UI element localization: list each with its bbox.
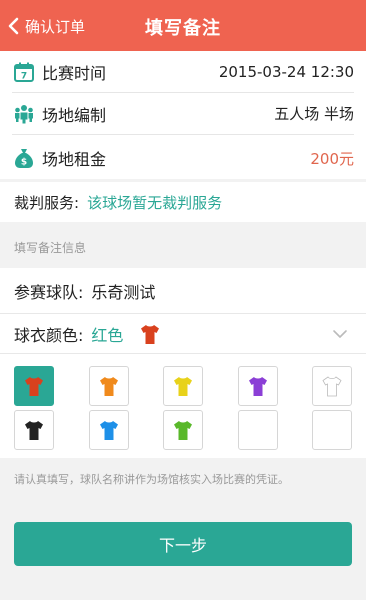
referee-service-row: 裁判服务: 该球场暂无裁判服务 bbox=[0, 182, 366, 222]
color-swatch[interactable] bbox=[89, 410, 129, 450]
color-swatch[interactable] bbox=[238, 410, 278, 450]
field-format-row: 场地编制 五人场 半场 bbox=[12, 93, 354, 135]
referee-service-label: 裁判服务: bbox=[14, 193, 80, 212]
shirt-icon bbox=[249, 377, 267, 396]
next-step-button[interactable]: 下一步 bbox=[14, 522, 352, 566]
field-rent-row: $ 场地租金 200元 bbox=[12, 137, 354, 179]
shirt-icon bbox=[141, 324, 160, 344]
svg-text:7: 7 bbox=[21, 71, 27, 81]
team-name-field[interactable]: 乐奇测试 bbox=[91, 279, 155, 303]
page-title: 填写备注 bbox=[145, 18, 221, 39]
jersey-color-select[interactable]: 球衣颜色: 红色 bbox=[0, 314, 366, 354]
shirt-icon bbox=[25, 377, 43, 396]
team-name-label: 参赛球队: bbox=[14, 282, 84, 302]
color-swatch[interactable] bbox=[14, 410, 54, 450]
calendar-icon: 7 bbox=[12, 60, 36, 84]
field-format-value: 五人场 半场 bbox=[274, 105, 354, 123]
color-swatch[interactable] bbox=[238, 366, 278, 406]
shirt-icon bbox=[322, 376, 342, 397]
match-time-row: 7 比赛时间 2015-03-24 12:30 bbox=[12, 51, 354, 93]
shirt-icon bbox=[25, 421, 43, 440]
svg-text:$: $ bbox=[21, 158, 27, 168]
color-swatch[interactable] bbox=[14, 366, 54, 406]
field-rent-label: 场地租金 bbox=[42, 150, 107, 169]
field-rent-value: 200元 bbox=[310, 149, 354, 168]
field-format-label: 场地编制 bbox=[42, 105, 107, 125]
booking-info-card: 7 比赛时间 2015-03-24 12:30 场地编制 五人场 半场 $ 场地… bbox=[0, 51, 366, 179]
jersey-color-value: 红色 bbox=[91, 325, 124, 345]
shirt-icon bbox=[100, 377, 118, 396]
match-time-label: 比赛时间 bbox=[42, 63, 107, 83]
referee-service-value: 该球场暂无裁判服务 bbox=[87, 193, 223, 212]
form-note: 请认真填写，球队名称讲作为场馆核实入场比赛的凭证。 bbox=[14, 473, 289, 486]
color-swatch[interactable] bbox=[312, 366, 352, 406]
color-swatch[interactable] bbox=[163, 366, 203, 406]
money-bag-icon: $ bbox=[12, 146, 36, 170]
jersey-color-label: 球衣颜色: bbox=[14, 325, 84, 345]
team-name-row[interactable]: 参赛球队: 乐奇测试 bbox=[0, 268, 366, 314]
color-swatch[interactable] bbox=[163, 410, 203, 450]
shirt-icon bbox=[100, 421, 118, 440]
chevron-down-icon bbox=[333, 330, 347, 338]
match-time-value: 2015-03-24 12:30 bbox=[218, 62, 354, 81]
shirt-icon bbox=[174, 421, 192, 440]
color-swatch[interactable] bbox=[312, 410, 352, 450]
team-icon bbox=[12, 102, 36, 126]
nav-bar: 确认订单 填写备注 bbox=[0, 0, 366, 51]
jersey-color-palette bbox=[0, 354, 366, 458]
section-hint: 填写备注信息 bbox=[14, 241, 87, 255]
shirt-icon bbox=[174, 377, 192, 396]
color-swatch[interactable] bbox=[89, 366, 129, 406]
